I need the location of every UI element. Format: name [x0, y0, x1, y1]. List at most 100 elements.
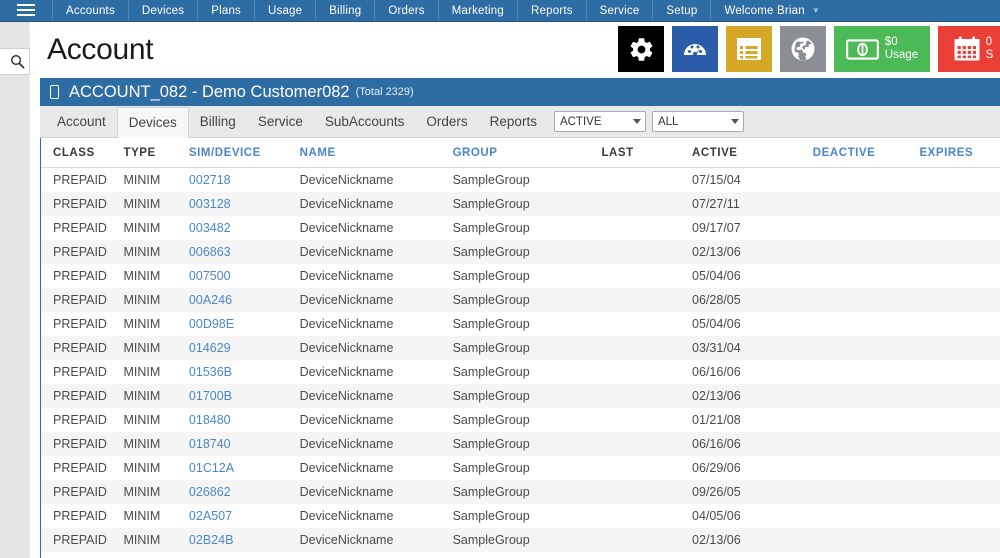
device-icon	[50, 85, 59, 99]
tab-service[interactable]: Service	[247, 106, 314, 137]
nav-item-plans[interactable]: Plans	[197, 0, 254, 21]
table-row[interactable]: PREPAID MINIM 00A246 DeviceNickname SampleGr…	[41, 288, 1000, 312]
table-row[interactable]: PREPAID MINIM 018740 DeviceNickname SampleGr…	[41, 432, 1000, 456]
sim-device-link[interactable]: 007500	[189, 269, 231, 283]
cell-sim[interactable]: 01700B	[189, 384, 300, 408]
tab-reports[interactable]: Reports	[479, 106, 548, 137]
sim-device-link[interactable]: 018740	[189, 437, 231, 451]
table-row[interactable]: PREPAID MINIM 018480 DeviceNickname SampleGr…	[41, 408, 1000, 432]
sim-device-link[interactable]: 01536B	[189, 365, 232, 379]
cell-deactive	[813, 408, 920, 432]
table-row[interactable]: PREPAIDMINIM03398ADeviceNicknameSampleGr…	[41, 552, 1000, 558]
column-header-last[interactable]: LAST	[601, 138, 693, 168]
cell-sim[interactable]: 003128	[189, 192, 300, 216]
column-header-deactive[interactable]: DEACTIVE	[812, 138, 920, 168]
nav-item-service[interactable]: Service	[585, 0, 653, 21]
cell-type: MINIM	[123, 245, 161, 259]
sim-device-link[interactable]: 003128	[189, 197, 231, 211]
column-header-active[interactable]: ACTIVE	[692, 138, 813, 168]
tab-account[interactable]: Account	[46, 106, 117, 137]
nav-item-reports[interactable]: Reports	[517, 0, 586, 21]
nav-item-accounts[interactable]: Accounts	[52, 0, 128, 21]
table-row[interactable]: PREPAID MINIM 01700B DeviceNickname SampleGr…	[41, 384, 1000, 408]
type-filter[interactable]: ALL	[651, 111, 744, 132]
column-header-group[interactable]: GROUP	[452, 138, 602, 168]
cell-group: SampleGroup	[452, 221, 530, 235]
table-row[interactable]: PREPAID MINIM 003128 DeviceNickname SampleGr…	[41, 192, 1000, 216]
cell-sim[interactable]: 003482	[189, 216, 300, 240]
table-row[interactable]: PREPAID MINIM 003482 DeviceNickname SampleGr…	[41, 216, 1000, 240]
tab-orders[interactable]: Orders	[415, 106, 478, 137]
status-filter[interactable]: ACTIVE	[553, 111, 646, 132]
cell-expires	[919, 384, 1000, 408]
cell-sim[interactable]: 01C12A	[189, 456, 300, 480]
tab-subaccounts[interactable]: SubAccounts	[314, 106, 416, 137]
sim-device-link[interactable]: 006863	[189, 245, 231, 259]
usage-button[interactable]: $0 Usage	[834, 26, 930, 72]
list-button[interactable]	[726, 26, 772, 72]
table-row[interactable]: PREPAID MINIM 02A507 DeviceNickname SampleGr…	[41, 504, 1000, 528]
nav-item-billing[interactable]: Billing	[315, 0, 374, 21]
table-row[interactable]: PREPAID MINIM 014629 DeviceNickname SampleGr…	[41, 336, 1000, 360]
cell-last	[601, 240, 692, 264]
search-input[interactable]	[0, 48, 30, 75]
cell-sim[interactable]: 02B24B	[189, 528, 300, 552]
search-icon	[11, 55, 25, 69]
table-row[interactable]: PREPAID MINIM 007500 DeviceNickname SampleGr…	[41, 264, 1000, 288]
sim-device-link[interactable]: 003482	[189, 221, 231, 235]
nav-item-orders[interactable]: Orders	[374, 0, 437, 21]
column-header-class[interactable]: CLASS	[41, 138, 124, 168]
cell-sim[interactable]: 018740	[189, 432, 300, 456]
table-row[interactable]: PREPAID MINIM 02B24B DeviceNickname SampleGr…	[41, 528, 1000, 552]
cell-last	[601, 528, 692, 552]
settings-button[interactable]	[618, 26, 664, 72]
sim-device-link[interactable]: 02B24B	[189, 533, 233, 547]
cell-sim[interactable]: 014629	[189, 336, 300, 360]
tab-devices[interactable]: Devices	[116, 106, 189, 138]
device-table: CLASS TYPE SIM/DEVICE NAME GROUP LAST AC…	[41, 138, 1000, 558]
dashboard-button[interactable]	[672, 26, 718, 72]
nav-item-marketing[interactable]: Marketing	[437, 0, 517, 21]
tab-billing[interactable]: Billing	[189, 106, 247, 137]
sim-device-link[interactable]: 002718	[189, 173, 231, 187]
cell-sim[interactable]: 007500	[189, 264, 300, 288]
cell-sim[interactable]: 02A507	[189, 504, 300, 528]
cell-sim[interactable]: 03398A	[189, 552, 300, 558]
cell-sim[interactable]: 018480	[189, 408, 300, 432]
hamburger-menu-icon[interactable]	[0, 0, 52, 21]
nav-item-devices[interactable]: Devices	[127, 0, 197, 21]
gauge-icon	[684, 44, 706, 57]
sim-device-link[interactable]: 01C12A	[189, 461, 234, 475]
table-row[interactable]: PREPAID MINIM 026862 DeviceNickname SampleGr…	[41, 480, 1000, 504]
column-header-name[interactable]: NAME	[299, 138, 453, 168]
table-row[interactable]: PREPAID MINIM 006863 DeviceNickname SampleGr…	[41, 240, 1000, 264]
nav-item-welcome-user[interactable]: Welcome Brian ▼	[710, 0, 833, 21]
nav-item-setup[interactable]: Setup	[652, 0, 710, 21]
column-header-sim[interactable]: SIM/DEVICE	[188, 138, 300, 168]
sim-device-link[interactable]: 01700B	[189, 389, 232, 403]
table-row[interactable]: PREPAID MINIM 00D98E DeviceNickname SampleGr…	[41, 312, 1000, 336]
sim-device-link[interactable]: 026862	[189, 485, 231, 499]
sim-device-link[interactable]: 018480	[189, 413, 231, 427]
sim-device-link[interactable]: 00D98E	[189, 317, 234, 331]
cell-class: PREPAID	[53, 509, 107, 523]
sim-device-link[interactable]: 00A246	[189, 293, 232, 307]
column-header-expires[interactable]: EXPIRES	[919, 138, 1000, 168]
cell-sim[interactable]: 00D98E	[189, 312, 300, 336]
table-row[interactable]: PREPAID MINIM 01536B DeviceNickname SampleGr…	[41, 360, 1000, 384]
cell-active: 06/28/05	[692, 293, 741, 307]
table-row[interactable]: PREPAID MINIM 002718 DeviceNickname SampleGr…	[41, 168, 1000, 193]
column-header-type[interactable]: TYPE	[123, 138, 189, 168]
cell-sim[interactable]: 01536B	[189, 360, 300, 384]
cell-active: 07/27/11	[692, 197, 740, 211]
sim-device-link[interactable]: 014629	[189, 341, 231, 355]
calendar-button[interactable]: 0 S	[938, 26, 1000, 72]
nav-item-usage[interactable]: Usage	[254, 0, 315, 21]
globe-button[interactable]	[780, 26, 826, 72]
cell-sim[interactable]: 026862	[189, 480, 300, 504]
sim-device-link[interactable]: 02A507	[189, 509, 232, 523]
cell-sim[interactable]: 00A246	[189, 288, 300, 312]
table-row[interactable]: PREPAID MINIM 01C12A DeviceNickname SampleGr…	[41, 456, 1000, 480]
cell-sim[interactable]: 002718	[189, 168, 300, 193]
cell-sim[interactable]: 006863	[189, 240, 300, 264]
